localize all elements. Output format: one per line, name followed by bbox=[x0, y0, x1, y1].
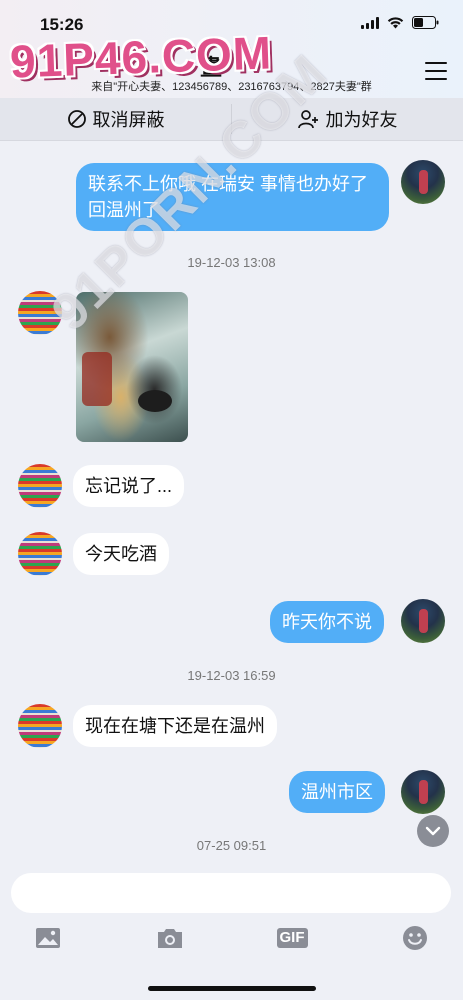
unblock-label: 取消屏蔽 bbox=[92, 110, 165, 130]
scroll-down-button[interactable] bbox=[417, 815, 449, 847]
avatar-contact[interactable] bbox=[18, 464, 62, 508]
camera-icon[interactable] bbox=[156, 925, 184, 951]
status-icons bbox=[361, 16, 439, 29]
emoji-icon[interactable] bbox=[401, 925, 429, 951]
block-icon bbox=[67, 110, 86, 128]
wifi-icon bbox=[387, 16, 404, 29]
gif-icon[interactable]: GIF bbox=[276, 925, 308, 951]
avatar-self[interactable] bbox=[401, 599, 445, 643]
add-friend-label: 加为好友 bbox=[325, 110, 398, 130]
input-area: GIF bbox=[0, 863, 463, 1000]
message-bubble-in[interactable]: 今天吃酒 bbox=[73, 533, 169, 575]
message-bubble-out[interactable]: 温州市区 bbox=[289, 771, 385, 813]
image-icon[interactable] bbox=[34, 925, 62, 951]
message-input[interactable] bbox=[11, 873, 451, 913]
avatar-contact[interactable] bbox=[18, 704, 62, 748]
watermark-logo: 91P46.COM bbox=[9, 26, 273, 88]
avatar-self[interactable] bbox=[401, 770, 445, 814]
timestamp: 19-12-03 13:08 bbox=[187, 255, 276, 270]
menu-icon[interactable] bbox=[425, 62, 447, 80]
timestamp: 19-12-03 16:59 bbox=[187, 668, 276, 683]
avatar-contact[interactable] bbox=[18, 532, 62, 576]
unblock-button[interactable]: 取消屏蔽 bbox=[0, 98, 231, 140]
timestamp: 07-25 09:51 bbox=[196, 838, 267, 853]
signal-icon bbox=[361, 16, 379, 29]
message-bubble-in[interactable]: 现在在塘下还是在温州 bbox=[73, 705, 277, 747]
chevron-down-icon bbox=[425, 826, 441, 836]
message-bubble-out[interactable]: 昨天你不说 bbox=[270, 601, 384, 643]
message-bubble-in[interactable]: 忘记说了... bbox=[73, 465, 185, 507]
avatar-self[interactable] bbox=[401, 160, 445, 204]
battery-icon bbox=[412, 16, 439, 29]
gif-label: GIF bbox=[276, 928, 308, 948]
chat-messages[interactable]: 联系不上你哦 在瑞安 事情也办好了 回温州了 19-12-03 13:08 忘记… bbox=[0, 141, 463, 863]
home-indicator bbox=[148, 986, 316, 991]
